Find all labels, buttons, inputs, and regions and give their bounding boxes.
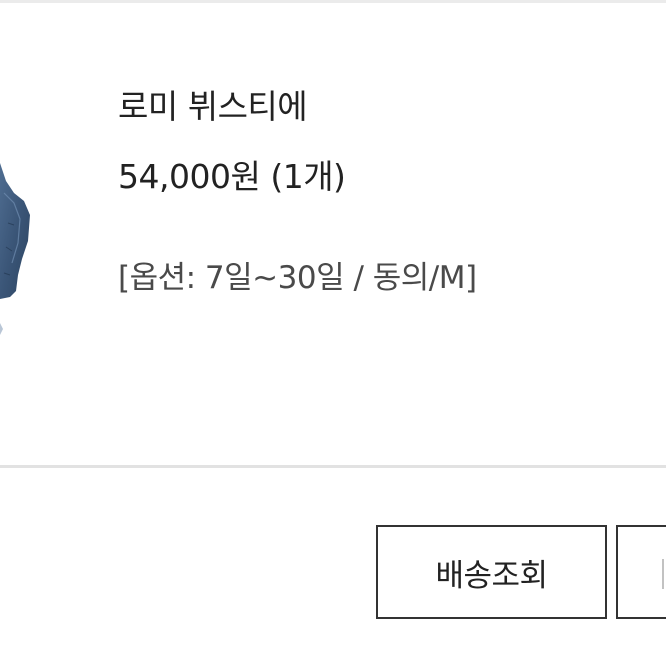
partial-label-glyph: [662, 559, 666, 589]
track-delivery-button[interactable]: 배송조회: [376, 525, 607, 619]
product-name[interactable]: 로미 뷔스티에: [118, 83, 308, 131]
track-delivery-label: 배송조회: [435, 557, 548, 594]
next-action-button[interactable]: [616, 525, 666, 619]
product-thumbnail[interactable]: [0, 163, 34, 343]
order-detail-page: 로미 뷔스티에 54,000원 (1개) [옵션: 7일~30일 / 동의/M]…: [0, 0, 666, 666]
denim-bustier-image: [0, 163, 30, 335]
section-divider: [0, 465, 666, 468]
price-quantity: 54,000원 (1개): [118, 157, 346, 196]
order-item-row[interactable]: 로미 뷔스티에 54,000원 (1개) [옵션: 7일~30일 / 동의/M]: [0, 3, 666, 465]
option-text: [옵션: 7일~30일 / 동의/M]: [118, 260, 477, 296]
